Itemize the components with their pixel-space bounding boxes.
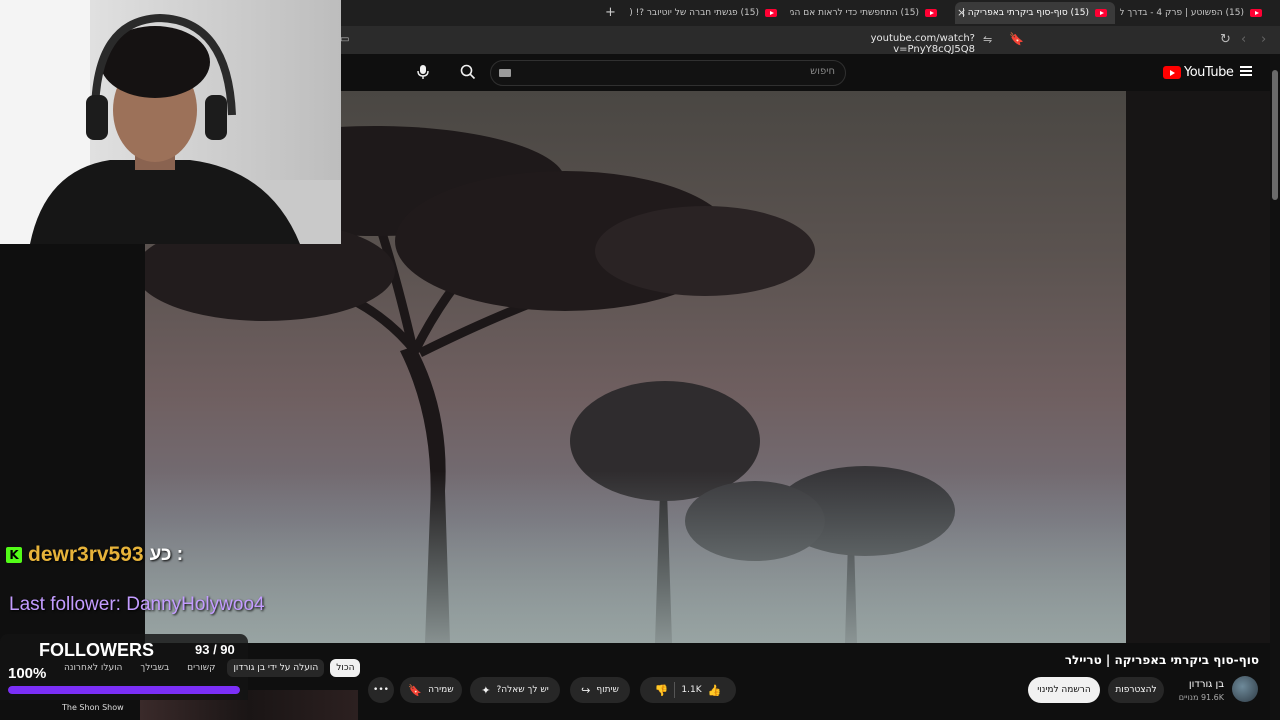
followers-count: 93 / 90 — [195, 642, 235, 657]
youtube-favicon-icon — [925, 9, 937, 17]
chip-all[interactable]: הכול — [330, 659, 361, 677]
chat-username: dewr3rv593 — [28, 543, 144, 566]
video-title: סוף-סוף ביקרתי באפריקה | טריילר — [1064, 653, 1259, 667]
more-icon: ••• — [373, 685, 389, 695]
chip-recent[interactable]: הועלו לאחרונה — [58, 659, 128, 677]
chip-uploaded-by[interactable]: הועלה על ידי בן גורדון — [227, 659, 325, 677]
bookmark-save-icon: 🔖 — [408, 683, 423, 697]
chat-text: : כע — [149, 544, 184, 565]
menu-icon[interactable] — [1240, 66, 1252, 76]
more-actions-button[interactable]: ••• — [368, 677, 394, 703]
dislike-icon[interactable]: 👎 — [655, 685, 669, 696]
share-icon: ↪ — [581, 683, 591, 697]
channel-name[interactable]: בן גורדון — [1189, 679, 1224, 690]
tab-youtube-active[interactable]: (15) סוף-סוף ביקרתי באפריקה | — [955, 2, 1115, 24]
subscribe-button[interactable]: הרשמה למינוי — [1028, 677, 1100, 703]
tab-label: (15) סוף-סוף ביקרתי באפריקה | — [961, 8, 1089, 18]
tab-youtube-4[interactable]: (15) פגשתי חברה של יוטיובר ?! (היא — [630, 2, 785, 24]
tab-label: (15) התחפשתי כדי לראות אם המערי — [790, 8, 919, 18]
chip-related[interactable]: קשורים — [181, 659, 221, 677]
keyboard-icon[interactable] — [499, 69, 511, 77]
subscriber-count: 91.6K מנויים — [1178, 693, 1224, 702]
back-icon[interactable]: ‹ — [1241, 32, 1246, 47]
save-button[interactable]: שמירה 🔖 — [400, 677, 462, 703]
like-divider — [674, 682, 676, 698]
followers-progress-bar — [8, 686, 240, 694]
tab-label: (15) הפשוטע | פרק 4 - בדרך לפא — [1120, 8, 1244, 18]
followers-percent: 100% — [8, 665, 47, 682]
save-label: שמירה — [428, 685, 454, 695]
youtube-favicon-icon — [1250, 9, 1262, 17]
new-tab-button[interactable]: + — [605, 5, 616, 20]
ask-button[interactable]: יש לך שאלה? ✦ — [470, 677, 560, 703]
search-input[interactable]: חיפוש — [490, 60, 846, 86]
forward-icon[interactable]: › — [1261, 32, 1266, 47]
tab-label: (15) פגשתי חברה של יוטיובר ?! (היא — [630, 8, 759, 18]
ask-label: יש לך שאלה? — [496, 685, 549, 695]
streamer-figure — [0, 0, 341, 244]
like-dislike-group: 👍 1.1K 👎 — [640, 677, 736, 703]
screen: (15) הפשוטע | פרק 4 - בדרך לפא (15) סוף-… — [0, 0, 1280, 720]
share-label: שיתוף — [596, 685, 619, 695]
tab-youtube-1[interactable]: (15) הפשוטע | פרק 4 - בדרך לפא — [1120, 2, 1270, 24]
youtube-favicon-icon — [765, 9, 777, 17]
followers-title: FOLLOWERS — [39, 640, 154, 660]
chat-message: K dewr3rv593 : כע — [6, 543, 183, 567]
scroll-thumb[interactable] — [1272, 70, 1278, 200]
video-side-panel — [1126, 91, 1270, 643]
chip-for-you[interactable]: בשבילך — [134, 659, 175, 677]
join-button[interactable]: להצטרפות — [1108, 677, 1164, 703]
kick-badge-icon: K — [6, 547, 22, 563]
search-placeholder: חיפוש — [810, 66, 835, 77]
reload-icon[interactable]: ↻ — [1220, 32, 1231, 47]
logo-text: YouTube — [1184, 65, 1234, 80]
followers-progress-fill — [8, 686, 240, 694]
search-icon[interactable] — [460, 64, 476, 80]
related-channel-name: The Shon Show — [62, 703, 124, 712]
related-filter-chips: הועלו לאחרונה בשבילך קשורים הועלה על ידי… — [58, 659, 361, 677]
like-icon[interactable]: 👍 — [708, 685, 722, 696]
youtube-favicon-icon — [1095, 9, 1107, 17]
sparkle-icon: ✦ — [481, 683, 491, 697]
streamer-webcam — [0, 0, 341, 244]
bookmark-icon[interactable]: 🔖 — [1009, 32, 1024, 46]
site-settings-icon[interactable]: ⇋ — [983, 33, 992, 46]
like-count[interactable]: 1.1K — [681, 685, 701, 695]
url-text[interactable]: youtube.com/watch?v=PnyY8cQJ5Q8 — [790, 33, 975, 55]
tab-youtube-3[interactable]: (15) התחפשתי כדי לראות אם המערי — [790, 2, 945, 24]
last-follower-label: Last follower: DannyHolywoo4 — [9, 594, 265, 615]
channel-avatar[interactable] — [1232, 676, 1258, 702]
cast-icon[interactable]: ▭ — [340, 34, 349, 45]
youtube-play-icon — [1163, 66, 1181, 79]
microphone-icon[interactable] — [416, 64, 430, 80]
share-button[interactable]: שיתוף ↪ — [570, 677, 630, 703]
youtube-logo[interactable]: YouTube — [1163, 65, 1234, 80]
close-tab-icon[interactable]: × — [957, 6, 966, 19]
